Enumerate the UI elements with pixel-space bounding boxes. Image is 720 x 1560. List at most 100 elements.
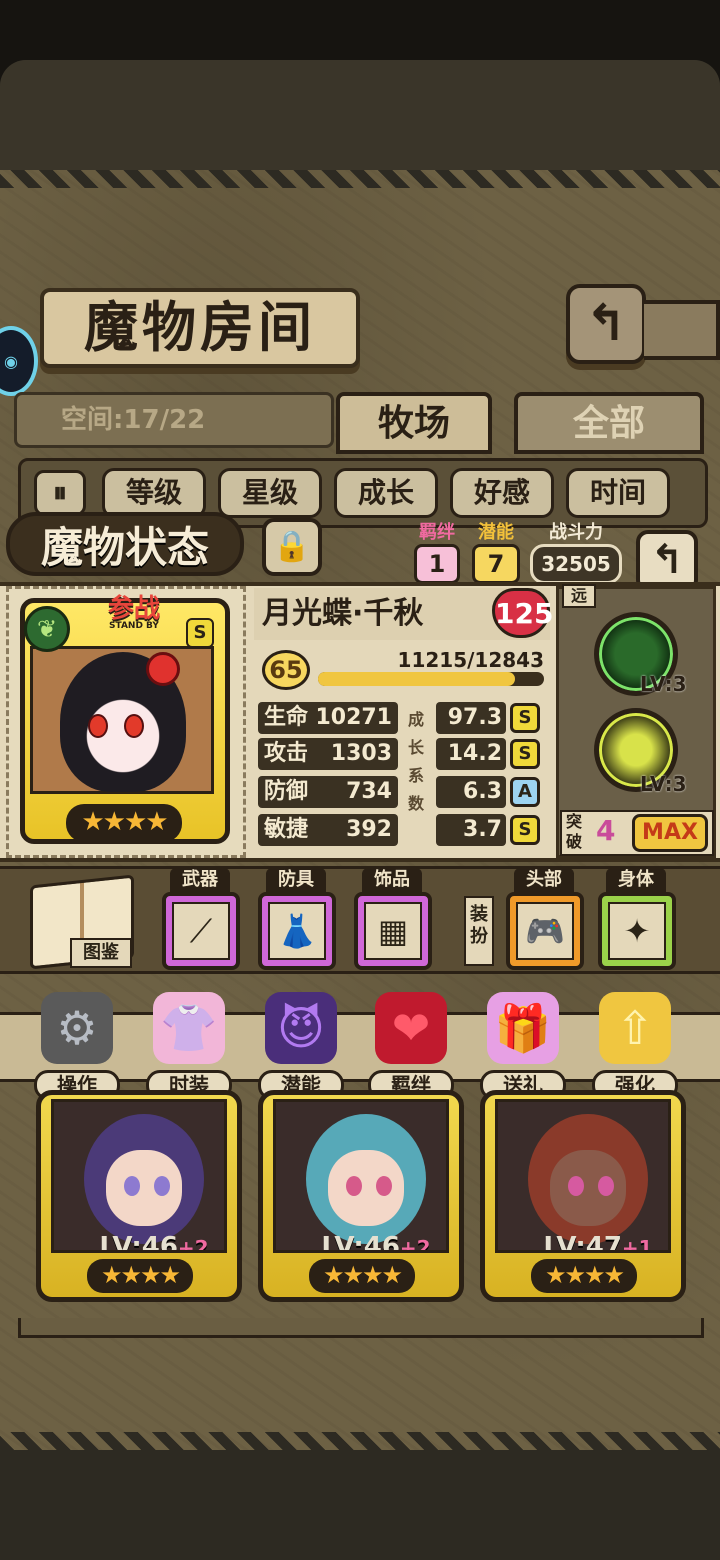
- monster-card[interactable]: LV:46+2 ★★★★: [36, 1090, 242, 1302]
- breakthrough-label: 突破: [566, 812, 583, 851]
- monster-level-value: LV:46: [321, 1232, 400, 1253]
- body-slot[interactable]: ✦: [598, 892, 676, 970]
- combat-power-value: 32505: [530, 544, 622, 584]
- stat-growth: 3.7: [436, 814, 506, 846]
- armor-slot-label: 防具: [266, 868, 326, 892]
- stat-label-box: 攻击 1303: [258, 738, 398, 770]
- lock-icon: 🔒: [273, 529, 311, 564]
- monster-level-value: LV:47: [543, 1232, 622, 1253]
- range-tag: 远: [562, 584, 596, 608]
- bond-value: 1: [414, 544, 460, 584]
- potential-label: 潜能: [478, 522, 514, 543]
- return-arrow-icon: ↰: [650, 537, 684, 583]
- clothes-icon: 👚: [153, 992, 225, 1064]
- sort-toggle-button[interactable]: ⏸: [34, 470, 86, 516]
- tab-ranch[interactable]: 牧场: [336, 392, 492, 454]
- level-badge: 65: [262, 650, 310, 690]
- monster-face: [550, 1150, 626, 1226]
- monster-eye: [124, 1176, 140, 1196]
- action-potential-button[interactable]: 😈 潜能: [252, 992, 350, 1102]
- demon-icon: 😈: [265, 992, 337, 1064]
- skill-level: LV:3: [640, 672, 687, 696]
- back-button-tail: [644, 300, 720, 360]
- torn-edge-bottom: [0, 1432, 720, 1450]
- accessory-slot-label: 饰品: [362, 868, 422, 892]
- head-slot[interactable]: 🎮: [506, 892, 584, 970]
- upgrade-arrows-icon: ⇧: [599, 992, 671, 1064]
- hearts-icon: ❤: [375, 992, 447, 1064]
- action-operate-button[interactable]: ⚙ 操作: [28, 992, 126, 1102]
- page-title: 魔物房间: [40, 288, 360, 368]
- monster-card[interactable]: LV:46+2 ★★★★: [258, 1090, 464, 1302]
- tab-all[interactable]: 全部: [514, 392, 704, 454]
- action-enhance-button[interactable]: ⇧ 强化: [586, 992, 684, 1102]
- armor-slot[interactable]: 👗: [258, 892, 336, 970]
- gamepad-icon: 🎮: [516, 902, 574, 960]
- sort-time-button[interactable]: 时间: [566, 468, 670, 518]
- stat-growth: 6.3: [436, 776, 506, 808]
- stat-label-box: 生命 10271: [258, 702, 398, 734]
- monster-eye: [568, 1176, 584, 1196]
- stat-value: 1303: [330, 741, 392, 766]
- sort-level-button[interactable]: 等级: [102, 468, 206, 518]
- stat-row-attack: 攻击 1303 14.2 S: [258, 738, 552, 770]
- monster-level-value: LV:46: [99, 1232, 178, 1253]
- stat-row-defense: 防御 734 6.3 A: [258, 776, 552, 808]
- monster-eye: [598, 1176, 614, 1196]
- stand-by-sublabel: STAND BY: [109, 621, 159, 631]
- monster-thumbnail: LV:46+2: [51, 1099, 227, 1253]
- stat-name: 攻击: [264, 741, 309, 766]
- weapon-slot[interactable]: ⟋: [162, 892, 240, 970]
- stat-name: 生命: [264, 705, 309, 730]
- dress-icon: 👗: [268, 902, 326, 960]
- bond-stat: 羁绊 1: [414, 524, 460, 584]
- stat-growth: 97.3: [436, 702, 506, 734]
- lock-button[interactable]: 🔒: [262, 518, 322, 576]
- hair-flower: [146, 652, 180, 686]
- stat-row-agility: 敏捷 392 3.7 S: [258, 814, 552, 846]
- sort-star-button[interactable]: 星级: [218, 468, 322, 518]
- action-bond-button[interactable]: ❤ 羁绊: [362, 992, 460, 1102]
- back-button[interactable]: ↰: [566, 284, 646, 364]
- portrait-eye: [124, 714, 144, 738]
- monster-thumbnail: LV:46+2: [273, 1099, 449, 1253]
- stat-label-box: 敏捷 392: [258, 814, 398, 846]
- combat-power-stat: 战斗力 32505: [530, 524, 622, 584]
- sort-affection-button[interactable]: 好感: [450, 468, 554, 518]
- monster-level-plus: +1: [621, 1236, 653, 1253]
- breakthrough-value: 4: [596, 814, 616, 847]
- crowbar-icon: ⟋: [172, 902, 230, 960]
- stat-grade: S: [510, 703, 540, 733]
- portrait-eye: [88, 714, 108, 738]
- stat-grade: S: [510, 739, 540, 769]
- monster-card[interactable]: LV:47+1 ★★★★: [480, 1090, 686, 1302]
- status-panel-title: 魔物状态: [6, 512, 244, 576]
- stat-label-box: 防御 734: [258, 776, 398, 808]
- stat-value: 734: [346, 779, 392, 804]
- sort-order-icon: ⏸: [52, 476, 67, 509]
- gift-icon: 🎁: [487, 992, 559, 1064]
- monster-level: LV:46+2: [94, 1232, 214, 1253]
- sort-growth-button[interactable]: 成长: [334, 468, 438, 518]
- body-slot-label: 身体: [606, 868, 666, 892]
- monster-level-plus: +2: [399, 1236, 431, 1253]
- stat-grade: S: [510, 815, 540, 845]
- stat-growth: 14.2: [436, 738, 506, 770]
- monster-grid-footer: [18, 1318, 704, 1338]
- weapon-slot-label: 武器: [170, 868, 230, 892]
- stat-value: 392: [346, 817, 392, 842]
- combat-power-label: 战斗力: [549, 522, 603, 543]
- codex-label: 图鉴: [70, 938, 132, 968]
- action-gift-button[interactable]: 🎁 送礼: [474, 992, 572, 1102]
- monster-level: LV:47+1: [538, 1232, 658, 1253]
- accessory-slot[interactable]: ▦: [354, 892, 432, 970]
- stat-name: 防御: [264, 779, 309, 804]
- stand-by-label: 参战: [107, 594, 160, 624]
- tablet-icon: ▦: [364, 902, 422, 960]
- xp-bar: [318, 672, 544, 686]
- rank-badge: S: [186, 618, 214, 648]
- action-fashion-button[interactable]: 👚 时装: [140, 992, 238, 1102]
- monster-eye: [154, 1176, 170, 1196]
- breakthrough-max-button[interactable]: MAX: [632, 814, 708, 852]
- stand-by-banner: 参战 STAND BY: [84, 594, 184, 631]
